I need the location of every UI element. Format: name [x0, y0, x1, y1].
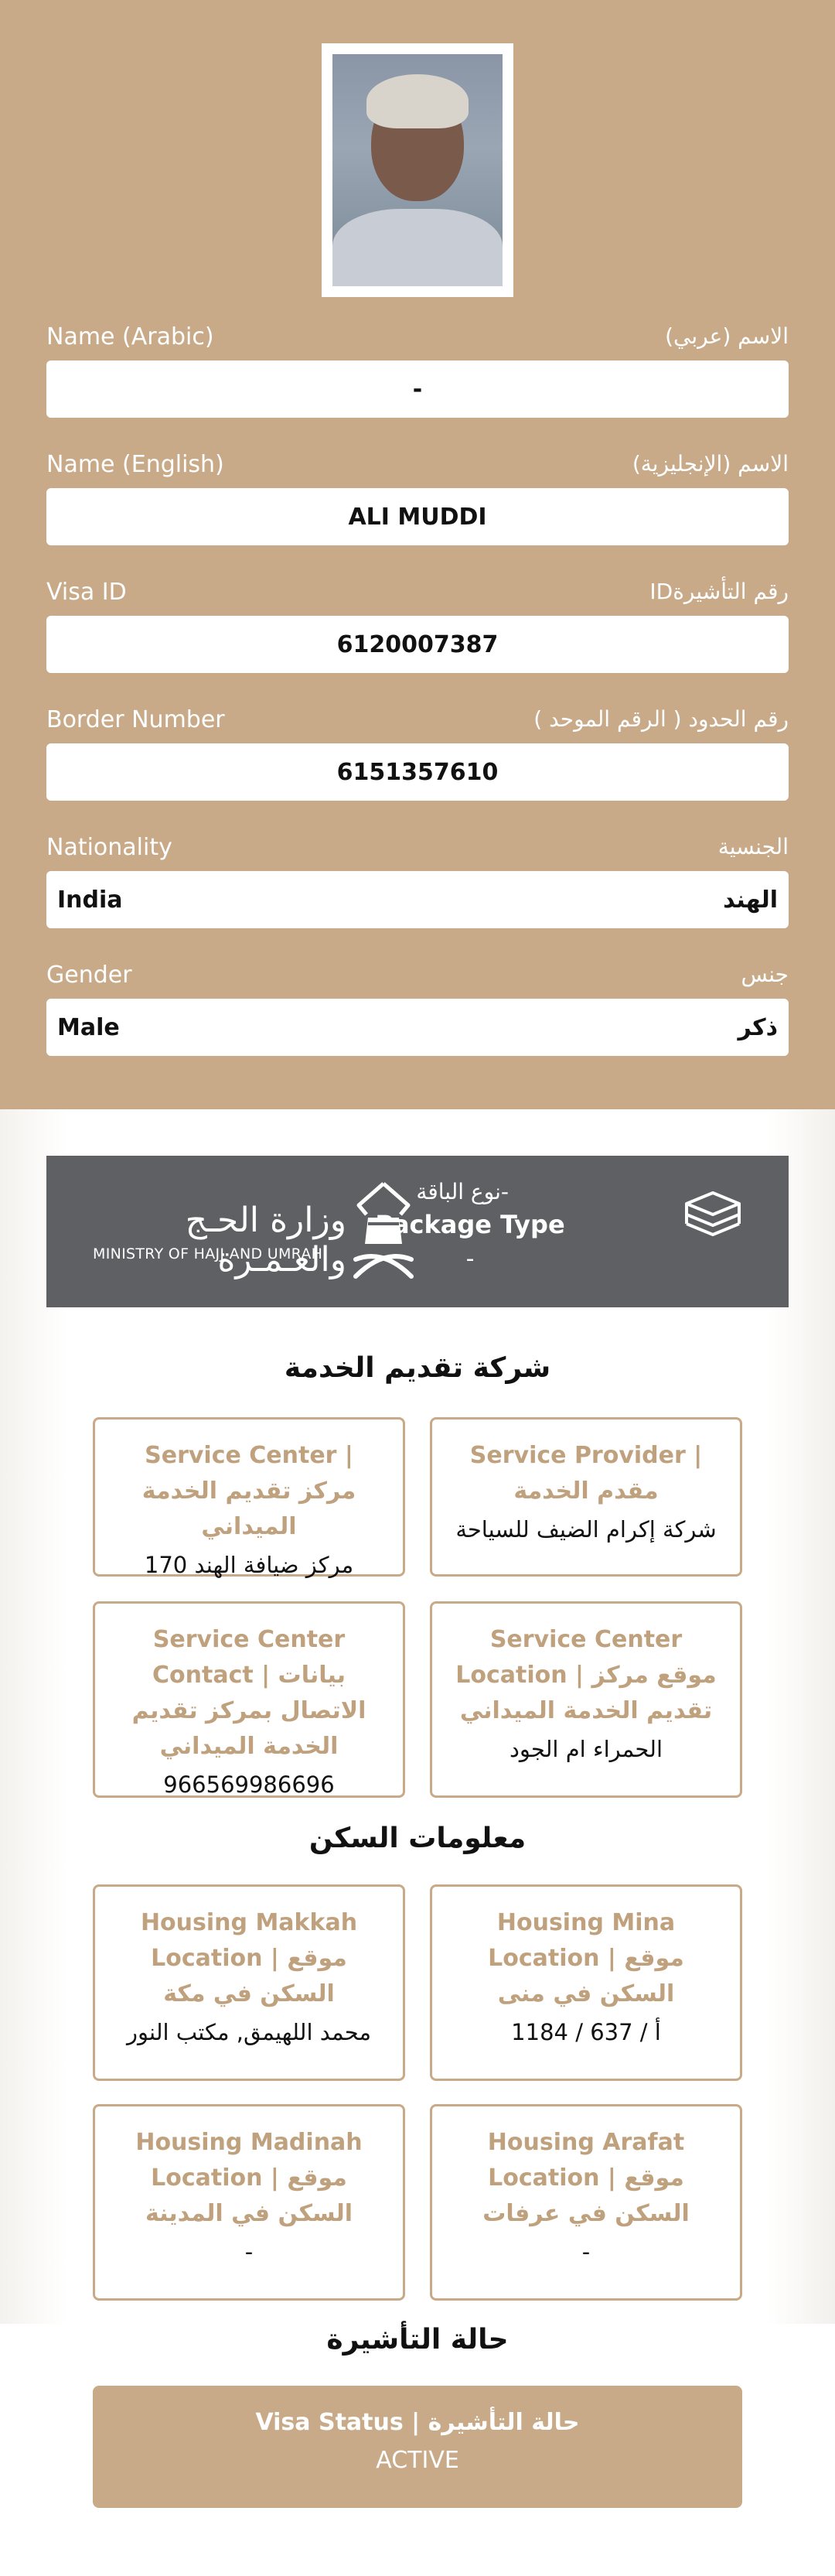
- card-service-center: Service Center | مركز تقديم الخدمة الميد…: [93, 1417, 405, 1578]
- card-value: 966569986696: [163, 1771, 335, 1798]
- field-label-ar: رقم الحدود ( الرقم الموحد ): [533, 706, 789, 732]
- card-value: -: [581, 2239, 591, 2265]
- ministry-name-ar: وزارة الحـج والعـمـرة: [185, 1201, 346, 1279]
- portrait-image: [332, 54, 503, 286]
- field-value-box: 6151357610: [46, 743, 789, 801]
- card-value: أ / 637 / 1184: [511, 2019, 661, 2045]
- package-banner: -نوع الباقة Package Type - وزارة الحـج و…: [46, 1156, 789, 1307]
- profile-section: Name (Arabic) الاسم (عربي) - Name (Engli…: [0, 0, 835, 1109]
- card-housing-makkah: Housing Makkah Location | موقع السكن في …: [93, 1884, 405, 2081]
- ministry-name-en: MINISTRY OF HAJJ AND UMRAH: [93, 1245, 323, 1262]
- card-title: Housing Mina Location | موقع السكن في من…: [488, 1909, 684, 2007]
- card-title: Service Center Contact | بيانات الاتصال …: [131, 1626, 366, 1760]
- ministry-emblem-icon: [353, 1182, 414, 1279]
- visa-status-label: Visa Status | حالة التأشيرة: [255, 2409, 580, 2436]
- card-value: -: [244, 2239, 254, 2265]
- field-value: 6151357610: [336, 759, 499, 786]
- field-value: 6120007387: [336, 631, 499, 658]
- field-label-en: Gender: [46, 962, 132, 989]
- card-service-center-contact: Service Center Contact | بيانات الاتصال …: [93, 1601, 405, 1798]
- card-value: الحمراء ام الجود: [509, 1736, 663, 1762]
- field-label-en: Name (English): [46, 451, 224, 478]
- field-value-box: -: [46, 360, 789, 418]
- card-value: شركة إكرام الضيف للسياحة: [455, 1516, 717, 1543]
- card-title: Housing Makkah Location | موقع السكن في …: [140, 1909, 358, 2007]
- field-value-en: Male: [57, 1014, 120, 1041]
- field-label-ar: رقم التأشيرةID: [649, 579, 789, 604]
- field-value-en: India: [57, 887, 123, 914]
- visa-status-value: ACTIVE: [376, 2447, 459, 2474]
- card-service-provider: Service Provider | مقدم الخدمة شركة إكرا…: [430, 1417, 742, 1577]
- field-value: -: [412, 376, 423, 403]
- field-value: ALI MUDDI: [348, 504, 487, 531]
- field-value-ar: الهند: [723, 887, 778, 914]
- card-title: Service Center | مركز تقديم الخدمة الميد…: [141, 1442, 356, 1540]
- field-label-ar: جنس: [741, 962, 789, 987]
- package-type-value: -: [465, 1245, 475, 1273]
- stacked-books-icon: [685, 1191, 741, 1236]
- field-value-box: ALI MUDDI: [46, 488, 789, 545]
- field-label-ar: الاسم (عربي): [665, 323, 789, 349]
- field-value-box: India الهند: [46, 871, 789, 928]
- field-value-box: Male ذكر: [46, 999, 789, 1056]
- card-title: Housing Madinah Location | موقع السكن في…: [135, 2129, 363, 2227]
- card-title: Housing Arafat Location | موقع السكن في …: [482, 2129, 690, 2227]
- card-value: محمد اللهيمق, مكتب النور: [126, 2019, 372, 2045]
- visa-status-card: Visa Status | حالة التأشيرة ACTIVE: [93, 2386, 742, 2508]
- card-housing-madinah: Housing Madinah Location | موقع السكن في…: [93, 2104, 405, 2301]
- pilgrim-photo: [322, 43, 513, 297]
- service-section-title: شركة تقديم الخدمة: [284, 1352, 551, 1384]
- card-housing-arafat: Housing Arafat Location | موقع السكن في …: [430, 2104, 742, 2301]
- field-label-en: Nationality: [46, 834, 172, 861]
- field-label-ar: الاسم (الإنجليزية): [632, 451, 789, 477]
- field-label-en: Border Number: [46, 706, 225, 733]
- housing-section-title: معلومات السكن: [308, 1823, 527, 1854]
- field-label-en: Visa ID: [46, 579, 127, 606]
- field-label-en: Name (Arabic): [46, 323, 214, 350]
- field-label-ar: الجنسية: [717, 834, 789, 859]
- card-service-center-location: Service Center Location | موقع مركز تقدي…: [430, 1601, 742, 1798]
- card-value: مركز ضيافة الهند 170: [144, 1552, 354, 1578]
- card-housing-mina: Housing Mina Location | موقع السكن في من…: [430, 1884, 742, 2081]
- field-value-ar: ذكر: [738, 1014, 778, 1041]
- card-title: Service Center Location | موقع مركز تقدي…: [455, 1626, 717, 1724]
- card-title: Service Provider | مقدم الخدمة: [469, 1442, 703, 1505]
- field-value-box: 6120007387: [46, 616, 789, 673]
- visa-section-title: حالة التأشيرة: [326, 2324, 509, 2356]
